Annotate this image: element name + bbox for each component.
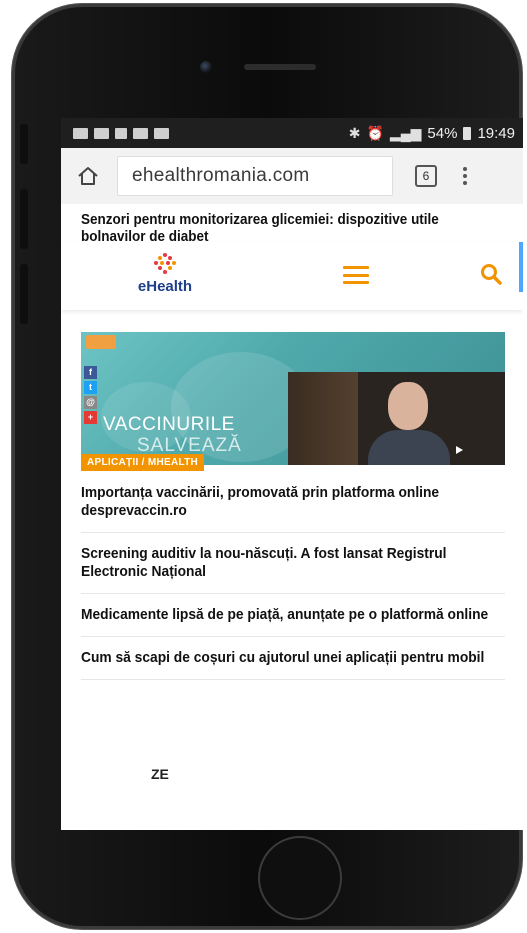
system-icons: ✱ ⏰ ▂▄▆ 54% 19:49 [349, 125, 515, 142]
article-title[interactable]: Medicamente lipsă de pe piață, anunțate … [81, 606, 504, 624]
clock: 19:49 [477, 124, 515, 142]
battery-percent: 54% [427, 124, 458, 142]
image-logo [86, 335, 116, 349]
menu-dots-icon[interactable] [463, 167, 467, 185]
phone-screen: ✱ ⏰ ▂▄▆ 54% 19:49 ehealthromania.com 6 S… [61, 118, 523, 830]
message-icon [73, 127, 88, 139]
status-bar: ✱ ⏰ ▂▄▆ 54% 19:49 [61, 118, 523, 148]
logo-text: eHealth [137, 278, 193, 295]
phone-frame: ✱ ⏰ ▂▄▆ 54% 19:49 ehealthromania.com 6 S… [12, 4, 523, 929]
screen-icon [133, 127, 148, 139]
search-icon[interactable] [479, 262, 503, 286]
video-thumbnail[interactable] [288, 372, 505, 465]
bluetooth-icon: ✱ [348, 124, 361, 141]
article-title[interactable]: Importanța vaccinării, promovată prin pl… [81, 484, 504, 520]
logo-dots-icon [154, 253, 176, 274]
section-heading: ZE [151, 766, 169, 782]
list-item[interactable]: Cum să scapi de coșuri cu ajutorul unei … [81, 637, 505, 680]
notification-icons [73, 127, 169, 139]
list-item[interactable]: Importanța vaccinării, promovată prin pl… [81, 480, 505, 533]
image-share-icons: f t @ + [84, 366, 97, 424]
web-page: Senzori pentru monitorizarea glicemiei: … [61, 204, 523, 830]
volume-down-button [20, 264, 28, 324]
play-icon[interactable] [456, 446, 463, 454]
person-head [388, 382, 428, 430]
site-header: eHealth [61, 242, 523, 310]
image-title-line1: VACCINURILE [103, 414, 235, 435]
tabs-count-button[interactable]: 6 [415, 165, 437, 187]
signal-icon: ▂▄▆ [389, 124, 422, 141]
article-title[interactable]: Screening auditiv la nou-născuți. A fost… [81, 545, 504, 581]
list-item[interactable]: Medicamente lipsă de pe piață, anunțate … [81, 594, 505, 637]
scroll-edge [519, 242, 523, 292]
mail-small-icon: @ [84, 396, 97, 409]
volume-up-button [20, 189, 28, 249]
home-icon[interactable] [71, 159, 105, 193]
twitter-small-icon: t [84, 381, 97, 394]
person-body [368, 430, 450, 465]
image-icon [94, 127, 109, 139]
bookshelf-background [288, 372, 358, 465]
front-camera [200, 61, 212, 73]
address-bar[interactable]: ehealthromania.com [117, 156, 393, 196]
plus-small-icon: + [84, 411, 97, 424]
phone-home-button[interactable] [258, 836, 342, 920]
battery-icon [463, 126, 472, 140]
featured-article-image[interactable]: f t @ + VACCINURILE SALVEAZĂ [81, 332, 505, 465]
browser-toolbar: ehealthromania.com 6 [61, 148, 523, 204]
site-logo[interactable]: eHealth [135, 252, 195, 302]
mute-switch [20, 124, 28, 164]
earpiece-speaker [244, 64, 316, 70]
facebook-small-icon: f [84, 366, 97, 379]
hamburger-menu-icon[interactable] [343, 266, 369, 284]
article-title[interactable]: Cum să scapi de coșuri cu ajutorul unei … [81, 649, 504, 667]
category-badge[interactable]: APLICAȚII / MHEALTH [81, 454, 205, 471]
top-headline-link[interactable]: Senzori pentru monitorizarea glicemiei: … [81, 211, 459, 245]
list-item[interactable]: Screening auditiv la nou-născuți. A fost… [81, 533, 505, 594]
alarm-icon: ⏰ [366, 124, 384, 141]
article-list: Importanța vaccinării, promovată prin pl… [81, 480, 505, 680]
flipboard-icon [115, 127, 127, 139]
car-icon [154, 127, 169, 139]
